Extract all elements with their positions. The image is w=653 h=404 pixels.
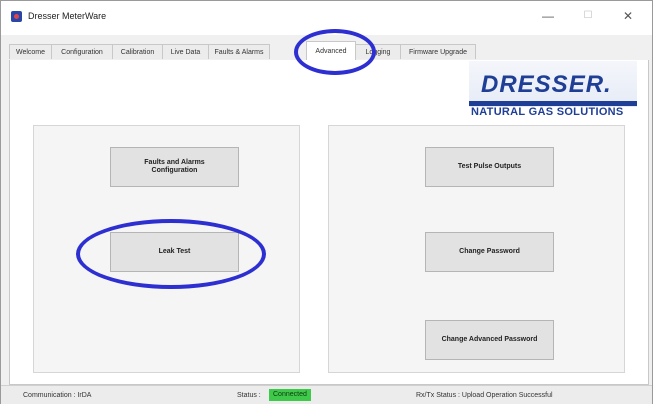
change-advanced-password-button[interactable]: Change Advanced Password <box>425 320 554 360</box>
window-title: Dresser MeterWare <box>28 11 107 21</box>
tab-advanced[interactable]: Advanced <box>306 41 356 60</box>
tab-firmware-upgrade[interactable]: Firmware Upgrade <box>400 44 476 59</box>
tab-live-data[interactable]: Live Data <box>162 44 209 59</box>
communication-status: Communication : IrDA <box>23 392 92 399</box>
maximize-button[interactable]: ☐ <box>568 5 608 27</box>
connection-status-badge: Connected <box>269 389 311 401</box>
faults-alarms-config-button[interactable]: Faults and Alarms Configuration <box>110 147 239 187</box>
app-window: Dresser MeterWare — ☐ ✕ Welcome Configur… <box>0 0 653 404</box>
tab-faults-alarms[interactable]: Faults & Alarms <box>208 44 270 59</box>
rxtx-status: Rx/Tx Status : Upload Operation Successf… <box>416 392 553 399</box>
tab-welcome[interactable]: Welcome <box>9 44 52 59</box>
tab-configuration[interactable]: Configuration <box>51 44 113 59</box>
change-password-button[interactable]: Change Password <box>425 232 554 272</box>
tab-logging[interactable]: Logging <box>355 44 401 59</box>
status-label: Status : <box>237 392 261 399</box>
tab-bar: Welcome Configuration Calibration Live D… <box>9 41 649 61</box>
dresser-logo: DRESSER. NATURAL GAS SOLUTIONS <box>469 61 637 125</box>
status-bar: Communication : IrDA Status : Connected … <box>1 385 652 404</box>
leak-test-button[interactable]: Leak Test <box>110 232 239 272</box>
app-icon <box>11 11 22 22</box>
test-pulse-outputs-button[interactable]: Test Pulse Outputs <box>425 147 554 187</box>
tab-calibration[interactable]: Calibration <box>112 44 163 59</box>
logo-name: DRESSER. <box>481 71 612 98</box>
minimize-button[interactable]: — <box>528 5 568 27</box>
logo-subtitle: NATURAL GAS SOLUTIONS <box>471 106 624 118</box>
title-bar: Dresser MeterWare — ☐ ✕ <box>1 1 652 35</box>
close-button[interactable]: ✕ <box>608 5 648 27</box>
